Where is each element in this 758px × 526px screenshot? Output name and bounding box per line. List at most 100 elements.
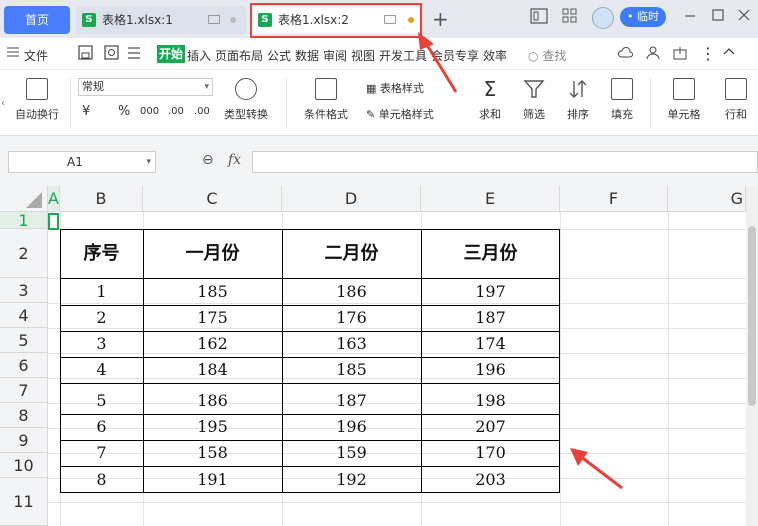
header-cell-index[interactable]: 序号 [60,229,143,278]
tab-view[interactable]: 视图 [351,47,375,64]
row-header-10[interactable]: 10 [0,453,48,478]
data-cell-index[interactable]: 8 [60,469,143,491]
more-quick-icon[interactable] [124,45,144,63]
data-cell-mar[interactable]: 187 [421,307,560,329]
avatar[interactable] [592,7,614,29]
grid-apps-icon[interactable] [562,8,578,28]
search-box[interactable]: ○ 查找 [528,47,566,64]
tab-page-layout[interactable]: 页面布局 [215,47,263,64]
col-header-f[interactable]: F [560,186,668,212]
row-header-6[interactable]: 6 [0,353,48,378]
fill-button[interactable]: 填充 [604,78,640,122]
data-cell-jan[interactable]: 184 [143,359,282,381]
type-convert-button[interactable]: 类型转换 [218,78,274,122]
row-header-1[interactable]: 1 [0,212,48,229]
maximize-icon[interactable] [712,8,724,26]
sheet-grid[interactable]: A B C D E F G 1 2 3 4 5 6 7 8 9 10 11 序号… [0,186,746,526]
data-cell-index[interactable]: 5 [60,390,143,412]
data-cell-mar[interactable]: 174 [421,333,560,355]
file-tab-1[interactable]: S 表格1.xlsx:1 [76,6,246,34]
header-cell-feb[interactable]: 二月份 [282,229,421,278]
data-cell-feb[interactable]: 192 [282,469,421,491]
data-cell-index[interactable]: 2 [60,307,143,329]
row-header-9[interactable]: 9 [0,428,48,453]
data-cell-jan[interactable]: 175 [143,307,282,329]
scroll-left-icon[interactable]: ‹ [1,98,5,109]
user-share-icon[interactable] [646,46,662,63]
filter-button[interactable]: 筛选 [516,78,552,122]
vertical-scrollbar[interactable] [746,186,758,526]
data-cell-mar[interactable]: 203 [421,469,560,491]
col-header-c[interactable]: C [143,186,282,212]
data-cell-index[interactable]: 1 [60,281,143,303]
data-cell-feb[interactable]: 186 [282,281,421,303]
data-cell-feb[interactable]: 185 [282,359,421,381]
save-icon[interactable] [78,45,93,63]
data-cell-index[interactable]: 3 [60,333,143,355]
sum-button[interactable]: Σ 求和 [472,78,508,122]
home-tab[interactable]: 首页 [4,6,70,34]
layout-icon[interactable] [530,8,548,28]
name-box[interactable]: A1 ▾ [8,151,156,173]
data-cell-feb[interactable]: 196 [282,416,421,438]
increase-decimal-button[interactable]: .00 [168,106,184,117]
data-cell-index[interactable]: 6 [60,416,143,438]
file-menu[interactable]: 文件 [24,47,48,64]
data-cell-mar[interactable]: 196 [421,359,560,381]
tab-insert[interactable]: 插入 [187,47,211,64]
data-cell-jan[interactable]: 195 [143,416,282,438]
cloud-icon[interactable] [617,46,634,63]
number-format-select[interactable]: 常规 ▾ [78,78,213,96]
row-header-4[interactable]: 4 [0,303,48,328]
col-header-a[interactable]: A [48,186,60,212]
row-header-7[interactable]: 7 [0,378,48,403]
row-header-8[interactable]: 8 [0,403,48,428]
login-button[interactable]: • 临时 [620,7,666,27]
data-cell-feb[interactable]: 159 [282,442,421,464]
active-cell-a1[interactable] [48,213,59,230]
col-header-e[interactable]: E [421,186,560,212]
data-cell-feb[interactable]: 163 [282,333,421,355]
thousand-separator-button[interactable]: 000 [140,106,159,117]
conditional-format-button[interactable]: 条件格式 [296,78,356,122]
currency-format-button[interactable]: ¥ [82,104,90,119]
data-cell-mar[interactable]: 197 [421,281,560,303]
function-icon[interactable]: fx [228,152,241,168]
header-cell-mar[interactable]: 三月份 [421,229,560,278]
tab-efficiency[interactable]: 效率 [483,47,507,64]
export-pdf-icon[interactable] [104,45,119,63]
share-icon[interactable] [672,46,688,63]
hamburger-menu-icon[interactable] [6,46,20,61]
data-cell-jan[interactable]: 162 [143,333,282,355]
data-cell-jan[interactable]: 191 [143,469,282,491]
select-all-corner[interactable] [0,186,48,212]
formula-input[interactable] [252,151,758,173]
minimize-icon[interactable] [684,8,696,26]
data-cell-mar[interactable]: 170 [421,442,560,464]
col-header-g[interactable]: G [668,186,746,212]
cell-button[interactable]: 单元格 [660,78,708,122]
data-cell-feb[interactable]: 187 [282,390,421,412]
tab-formula[interactable]: 公式 [267,47,291,64]
tab-review[interactable]: 审阅 [323,47,347,64]
data-cell-jan[interactable]: 185 [143,281,282,303]
percent-format-button[interactable]: % [118,104,130,119]
tab-start[interactable]: 开始 [157,45,185,63]
new-tab-button[interactable]: + [432,7,449,31]
col-header-d[interactable]: D [282,186,421,212]
data-cell-jan[interactable]: 186 [143,390,282,412]
col-header-b[interactable]: B [60,186,143,212]
sort-button[interactable]: 排序 [560,78,596,122]
close-icon[interactable] [738,8,750,26]
more-options-icon[interactable]: ⋮ [700,44,716,63]
decrease-decimal-button[interactable]: .00 [194,106,210,117]
data-cell-feb[interactable]: 176 [282,307,421,329]
row-col-button[interactable]: 行和 [716,78,756,122]
collapse-ribbon-icon[interactable] [722,45,736,62]
data-cell-mar[interactable]: 207 [421,416,560,438]
data-cell-mar[interactable]: 198 [421,390,560,412]
cell-style-button[interactable]: ✎ 单元格样式 [366,106,434,122]
row-header-2[interactable]: 2 [0,229,48,278]
wrap-text-button[interactable]: 自动换行 [12,78,62,122]
header-cell-jan[interactable]: 一月份 [143,229,282,278]
